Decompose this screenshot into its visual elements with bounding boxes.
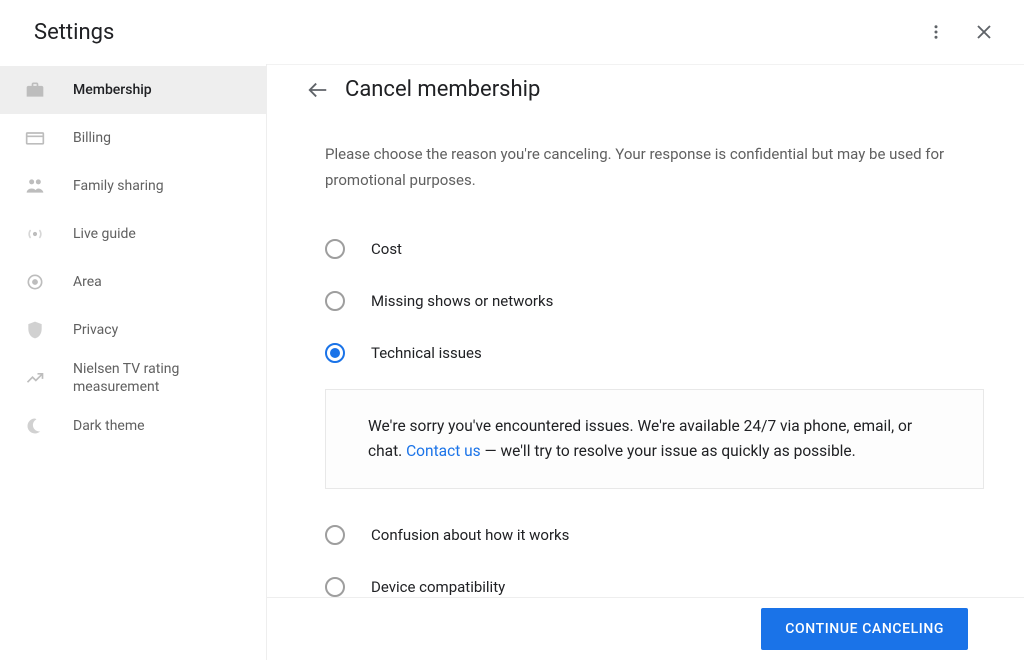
technical-info-panel: We're sorry you've encountered issues. W… <box>325 389 984 489</box>
reason-option-confusion[interactable]: Confusion about how it works <box>325 515 984 555</box>
instruction-text: Please choose the reason you're cancelin… <box>325 142 965 193</box>
main-panel: Cancel membership Please choose the reas… <box>267 64 1024 660</box>
location-icon <box>25 272 45 292</box>
footer: CONTINUE CANCELING <box>267 597 1024 660</box>
close-icon[interactable] <box>972 20 996 44</box>
sidebar-item-label: Dark theme <box>73 417 145 435</box>
contact-us-link[interactable]: Contact us <box>406 442 481 460</box>
back-button[interactable] <box>307 78 331 102</box>
shield-icon <box>25 320 45 340</box>
sidebar-item-billing[interactable]: Billing <box>0 114 266 162</box>
family-icon <box>25 176 45 196</box>
radio-icon <box>325 577 345 597</box>
radio-label: Missing shows or networks <box>371 292 553 310</box>
reason-option-cost[interactable]: Cost <box>325 229 984 269</box>
sidebar-item-label: Membership <box>73 81 152 99</box>
moon-icon <box>25 416 45 436</box>
sidebar-item-label: Family sharing <box>73 177 164 195</box>
sidebar-item-family[interactable]: Family sharing <box>0 162 266 210</box>
sidebar-item-live-guide[interactable]: Live guide <box>0 210 266 258</box>
billing-icon <box>25 128 45 148</box>
header-actions <box>924 20 996 44</box>
continue-canceling-button[interactable]: CONTINUE CANCELING <box>761 608 968 650</box>
radio-icon <box>325 525 345 545</box>
reason-option-technical[interactable]: Technical issues <box>325 333 984 373</box>
cancel-title: Cancel membership <box>345 77 540 102</box>
reason-option-missing-shows[interactable]: Missing shows or networks <box>325 281 984 321</box>
sidebar-item-dark-theme[interactable]: Dark theme <box>0 402 266 450</box>
sidebar-item-membership[interactable]: Membership <box>0 66 266 114</box>
radio-icon <box>325 291 345 311</box>
page-title: Settings <box>34 20 114 45</box>
sidebar-item-label: Nielsen TV rating measurement <box>73 360 250 396</box>
sidebar-item-label: Privacy <box>73 321 118 339</box>
sidebar-item-label: Billing <box>73 129 111 147</box>
trending-icon <box>25 368 45 388</box>
broadcast-icon <box>25 224 45 244</box>
sidebar-item-nielsen[interactable]: Nielsen TV rating measurement <box>0 354 266 402</box>
sidebar-item-label: Area <box>73 273 102 291</box>
membership-icon <box>25 80 45 100</box>
radio-label: Cost <box>371 240 402 258</box>
radio-icon <box>325 343 345 363</box>
header: Settings <box>0 0 1024 64</box>
sidebar-item-privacy[interactable]: Privacy <box>0 306 266 354</box>
radio-label: Device compatibility <box>371 578 505 596</box>
more-icon[interactable] <box>924 20 948 44</box>
info-text-after: — we'll try to resolve your issue as qui… <box>481 442 856 460</box>
sidebar-item-area[interactable]: Area <box>0 258 266 306</box>
sidebar: Membership Billing Family sharing Live g… <box>0 64 267 660</box>
radio-icon <box>325 239 345 259</box>
radio-label: Technical issues <box>371 344 482 362</box>
radio-label: Confusion about how it works <box>371 526 569 544</box>
sidebar-item-label: Live guide <box>73 225 136 243</box>
